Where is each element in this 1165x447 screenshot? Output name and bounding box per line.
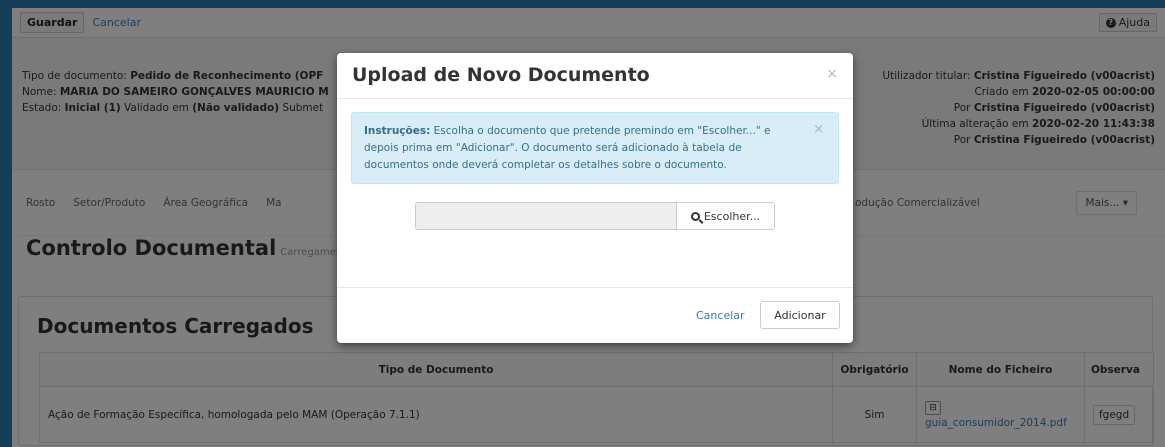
cancel-button[interactable]: Cancelar [696,309,745,322]
search-icon [690,211,700,221]
choose-button[interactable]: Escolher... [676,202,775,230]
alert-label: Instruções: [364,125,431,137]
modal-header: Upload de Novo Documento × [337,53,853,99]
add-button[interactable]: Adicionar [760,301,840,329]
modal-footer: Cancelar Adicionar [337,287,853,343]
modal-title: Upload de Novo Documento [352,64,650,86]
file-path-input[interactable] [415,202,676,230]
instructions-alert: Instruções: Escolha o documento que pret… [351,112,839,184]
file-picker: Escolher... [415,202,775,230]
close-icon[interactable]: × [826,66,838,82]
alert-close-icon[interactable]: × [813,121,824,138]
choose-label: Escolher... [703,209,761,223]
upload-modal: Upload de Novo Documento × Instruções: E… [337,53,853,343]
